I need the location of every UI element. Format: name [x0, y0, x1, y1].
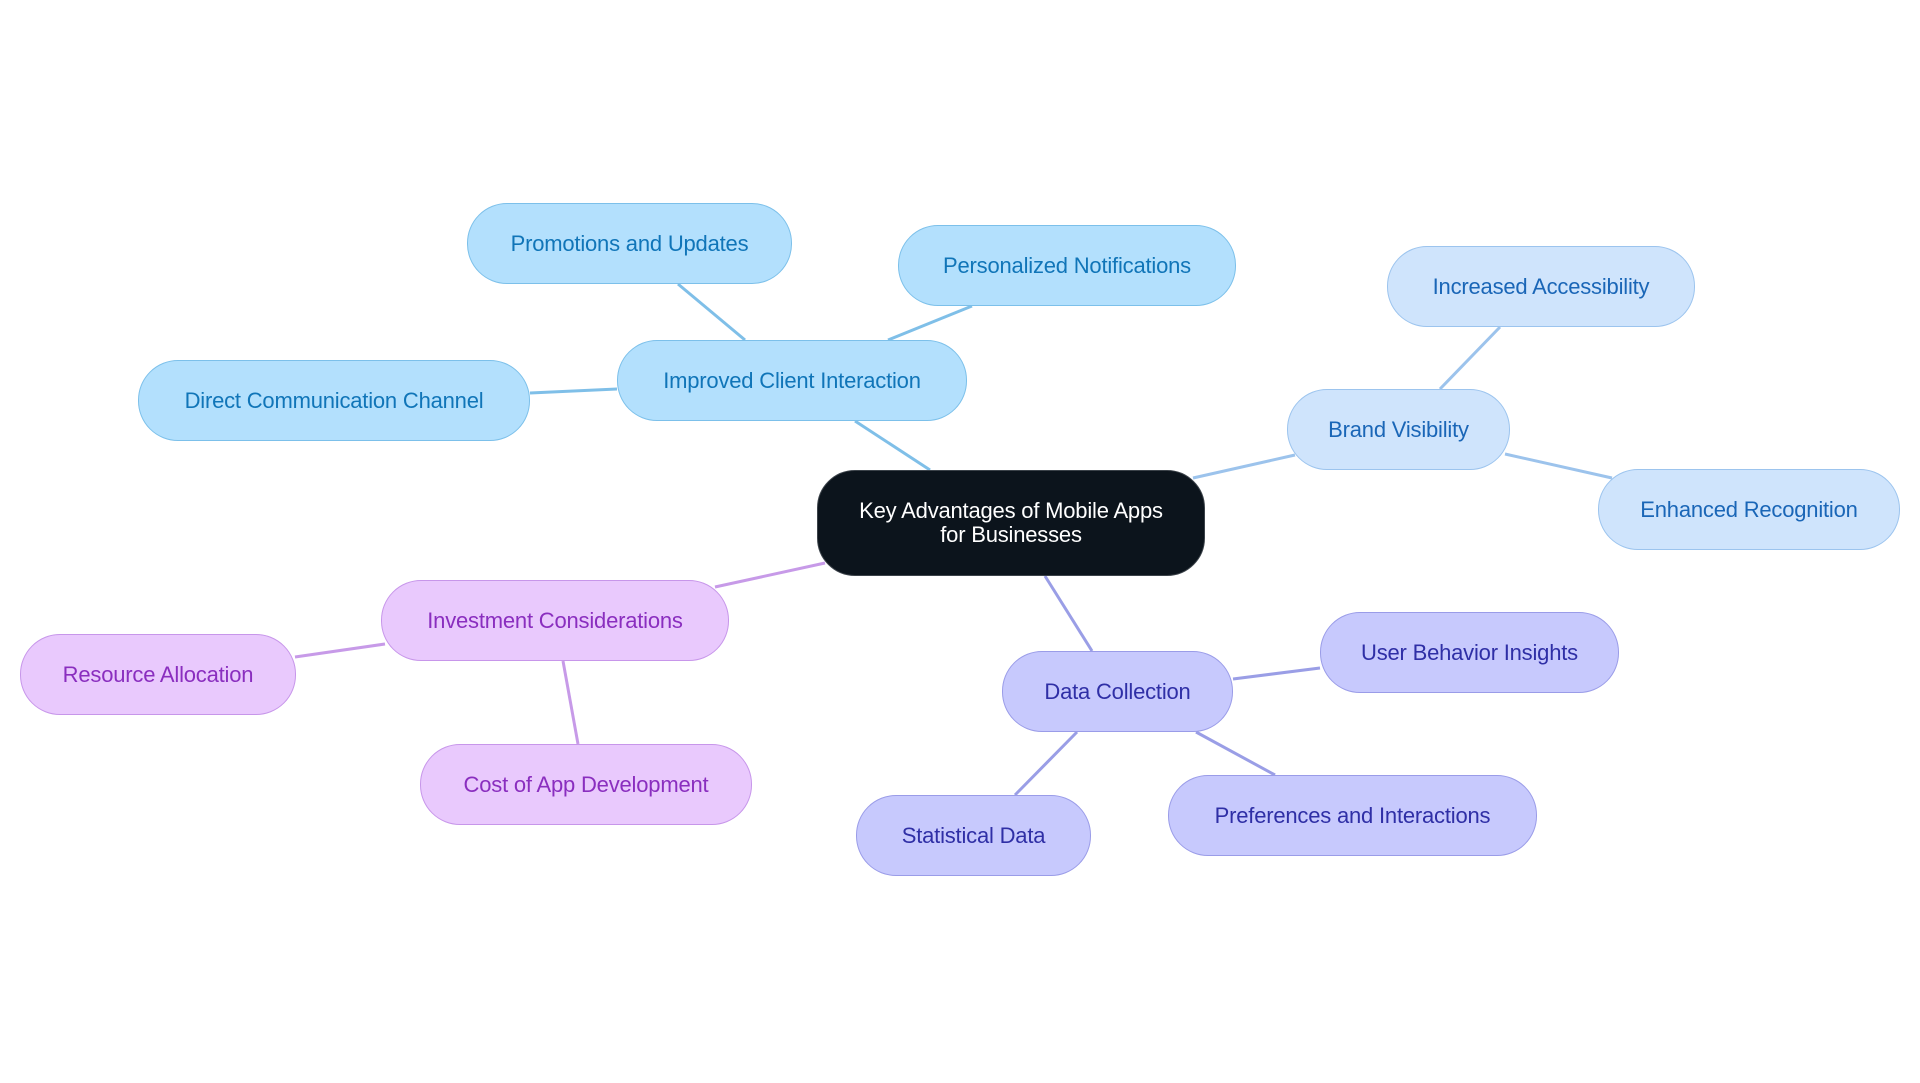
- edge-root-client: [854, 419, 931, 472]
- node-user-behavior-insights[interactable]: User Behavior Insights: [1320, 612, 1619, 693]
- edge-client-direct: [529, 387, 618, 395]
- node-label: Cost of App Development: [463, 771, 709, 797]
- root-label-line2: for Businesses: [940, 522, 1082, 547]
- edge-client-promotions: [677, 282, 746, 342]
- edge-root-brand: [1192, 453, 1296, 480]
- edge-root-data: [1043, 575, 1094, 652]
- node-label: Increased Accessibility: [1432, 273, 1650, 299]
- root-node[interactable]: Key Advantages of Mobile Apps for Busine…: [817, 470, 1205, 576]
- node-increased-accessibility[interactable]: Increased Accessibility: [1387, 246, 1695, 327]
- edge-brand-accessibility: [1438, 325, 1502, 391]
- node-preferences-and-interactions[interactable]: Preferences and Interactions: [1168, 775, 1537, 856]
- edge-data-behavior: [1232, 666, 1321, 681]
- node-resource-allocation[interactable]: Resource Allocation: [20, 634, 296, 715]
- edge-data-statistical: [1013, 730, 1079, 797]
- node-label: Direct Communication Channel: [184, 387, 484, 413]
- node-brand-visibility[interactable]: Brand Visibility: [1287, 389, 1510, 470]
- node-data-collection[interactable]: Data Collection: [1002, 651, 1233, 732]
- edge-root-invest: [714, 561, 826, 589]
- node-promotions-and-updates[interactable]: Promotions and Updates: [467, 203, 792, 284]
- node-label: Enhanced Recognition: [1640, 496, 1858, 522]
- node-label: Statistical Data: [901, 822, 1046, 848]
- node-label: Brand Visibility: [1328, 416, 1469, 442]
- node-personalized-notifications[interactable]: Personalized Notifications: [898, 225, 1236, 306]
- edge-brand-recognition: [1504, 452, 1613, 480]
- node-statistical-data[interactable]: Statistical Data: [856, 795, 1091, 876]
- edge-client-personalized: [887, 304, 973, 342]
- node-label: Investment Considerations: [427, 607, 683, 633]
- root-label-line1: Key Advantages of Mobile Apps: [859, 498, 1163, 523]
- node-label: Data Collection: [1044, 678, 1191, 704]
- node-enhanced-recognition[interactable]: Enhanced Recognition: [1598, 469, 1900, 550]
- node-direct-communication-channel[interactable]: Direct Communication Channel: [138, 360, 530, 441]
- edge-data-preferences: [1195, 730, 1276, 777]
- node-label: User Behavior Insights: [1361, 639, 1578, 665]
- node-label: Preferences and Interactions: [1214, 802, 1491, 828]
- node-label: Resource Allocation: [62, 661, 254, 687]
- node-label: Improved Client Interaction: [663, 367, 921, 393]
- node-label: Personalized Notifications: [943, 252, 1191, 278]
- node-improved-client-interaction[interactable]: Improved Client Interaction: [617, 340, 967, 421]
- node-cost-of-app-development[interactable]: Cost of App Development: [420, 744, 752, 825]
- node-investment-considerations[interactable]: Investment Considerations: [381, 580, 729, 661]
- edge-invest-cost: [561, 660, 580, 745]
- edge-invest-resource: [294, 642, 386, 659]
- node-label: Promotions and Updates: [510, 230, 749, 256]
